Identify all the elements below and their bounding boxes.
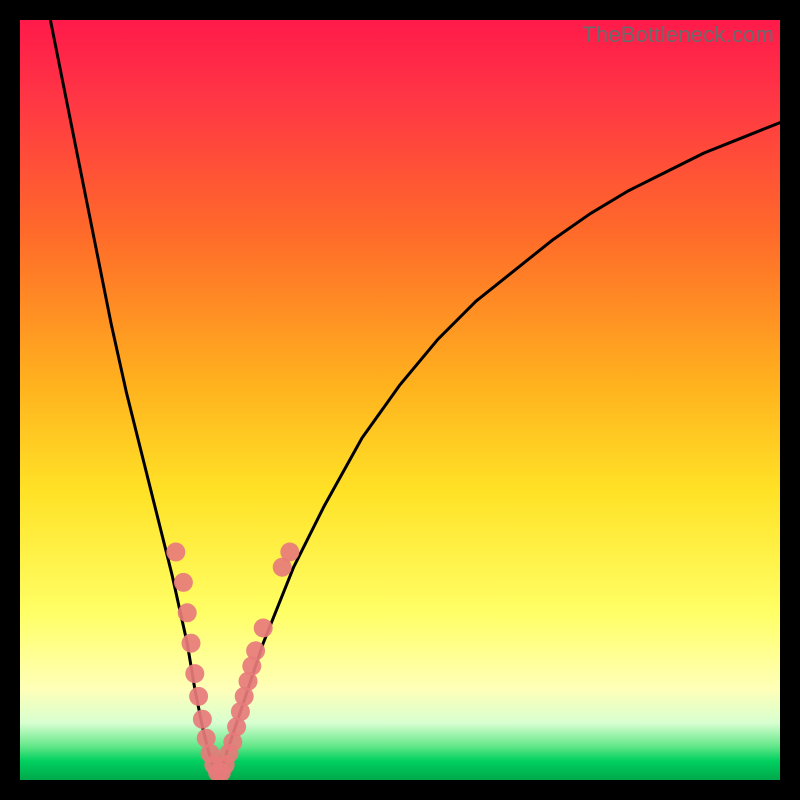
plot-area: TheBottleneck.com <box>20 20 780 780</box>
marker-point <box>174 573 193 592</box>
marker-point <box>189 687 208 706</box>
marker-point <box>280 543 299 562</box>
chart-svg <box>20 20 780 780</box>
marker-point <box>178 603 197 622</box>
watermark-text: TheBottleneck.com <box>582 22 774 48</box>
marker-point <box>246 641 265 660</box>
marker-point <box>166 543 185 562</box>
marker-point <box>182 634 201 653</box>
marker-point <box>254 619 273 638</box>
marker-point <box>193 710 212 729</box>
marker-point <box>185 664 204 683</box>
gradient-background <box>20 20 780 780</box>
chart-frame: TheBottleneck.com <box>0 0 800 800</box>
